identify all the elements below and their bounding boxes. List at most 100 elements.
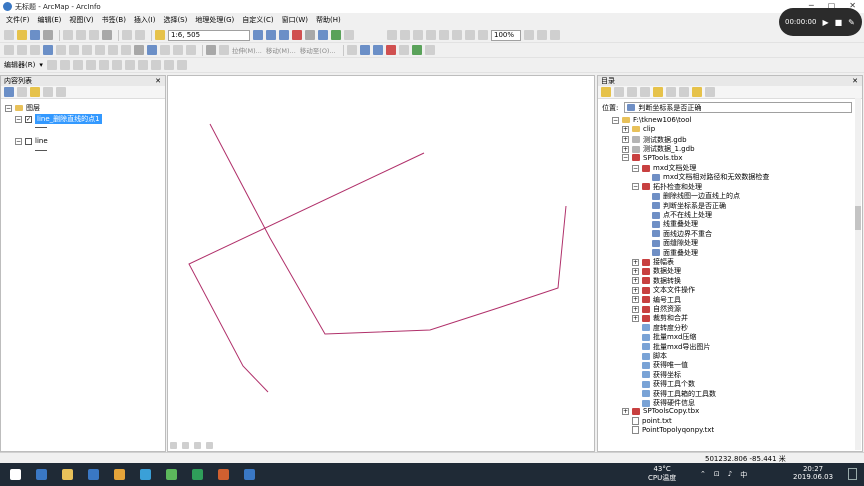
point-icon[interactable]: [98, 60, 109, 70]
layout-forward-icon[interactable]: [478, 30, 488, 40]
toc-layer-label[interactable]: line_删除直线的点1: [35, 114, 102, 124]
focus-data-frame-icon[interactable]: [537, 30, 547, 40]
layout-zoom-combo[interactable]: 100%: [491, 29, 521, 41]
notification-icon[interactable]: [848, 468, 857, 480]
list-by-visibility-icon[interactable]: [30, 87, 40, 97]
pan-icon[interactable]: [30, 45, 40, 55]
wechat-icon[interactable]: [166, 469, 177, 480]
modelbuilder-icon[interactable]: [331, 30, 341, 40]
map-scale-combo[interactable]: 1:6, 505: [168, 29, 250, 41]
print-icon[interactable]: [43, 30, 53, 40]
open-icon[interactable]: [17, 30, 27, 40]
back-extent-icon[interactable]: [82, 45, 92, 55]
recorder-taskbar-icon[interactable]: [244, 469, 255, 480]
expand-icon[interactable]: +: [632, 296, 639, 304]
paste-icon[interactable]: [89, 30, 99, 40]
layer-visibility-checkbox[interactable]: [25, 137, 32, 145]
menu-file[interactable]: 文件(F): [6, 15, 30, 25]
tray-expand-icon[interactable]: ⌃: [700, 470, 706, 480]
find-icon[interactable]: [160, 45, 170, 55]
browser-icon[interactable]: [192, 469, 203, 480]
menu-view[interactable]: 视图(V): [69, 15, 93, 25]
layout-zoom-in-icon[interactable]: [387, 30, 397, 40]
play-icon[interactable]: ▶: [822, 18, 828, 27]
menu-bookmarks[interactable]: 书签(B): [102, 15, 126, 25]
app-icon[interactable]: [218, 469, 229, 480]
home-icon[interactable]: [640, 87, 650, 97]
forward-extent-icon[interactable]: [95, 45, 105, 55]
expand-icon[interactable]: +: [622, 407, 629, 415]
layout-fixed-in-icon[interactable]: [439, 30, 449, 40]
collapse-icon[interactable]: −: [15, 137, 22, 145]
expand-icon[interactable]: +: [622, 125, 629, 133]
menu-insert[interactable]: 插入(I): [134, 15, 156, 25]
stop-icon[interactable]: ■: [835, 18, 843, 27]
collapse-icon[interactable]: −: [5, 104, 12, 112]
select-elements-icon[interactable]: [134, 45, 144, 55]
layer-properties-icon[interactable]: [398, 45, 409, 55]
python-window-icon[interactable]: [305, 30, 315, 40]
expand-icon[interactable]: +: [632, 314, 639, 322]
save-icon[interactable]: [30, 30, 40, 40]
expand-icon[interactable]: +: [622, 145, 629, 153]
reshape-icon[interactable]: [219, 45, 229, 55]
whats-this-icon[interactable]: [344, 30, 354, 40]
arctoolbox-icon[interactable]: [292, 30, 302, 40]
editor-menu[interactable]: 编辑器(R): [4, 60, 35, 70]
store-icon[interactable]: [88, 469, 99, 480]
catalog-tree-item[interactable]: PointTopolyqonpy.txt: [622, 426, 714, 435]
toc-layer-label[interactable]: line: [35, 137, 48, 145]
layout-pan-icon[interactable]: [413, 30, 423, 40]
clock[interactable]: 20:27 2019.06.03: [793, 465, 833, 481]
catalog-window-icon[interactable]: [279, 30, 289, 40]
toggle-contents-icon[interactable]: [705, 87, 715, 97]
create-features-edit-icon[interactable]: [176, 60, 187, 70]
layout-view-icon[interactable]: [182, 442, 189, 449]
menu-windows[interactable]: 窗口(W): [282, 15, 308, 25]
layout-back-icon[interactable]: [465, 30, 475, 40]
attributes-edit-icon[interactable]: [150, 60, 161, 70]
volume-icon[interactable]: ♪: [728, 470, 732, 480]
collapse-icon[interactable]: −: [612, 116, 619, 124]
end-point-arc-icon[interactable]: [72, 60, 83, 70]
trace-icon[interactable]: [85, 60, 96, 70]
toggle-draft-icon[interactable]: [524, 30, 534, 40]
expand-icon[interactable]: +: [632, 286, 639, 294]
rotate-icon[interactable]: [124, 60, 135, 70]
copy-icon[interactable]: [76, 30, 86, 40]
edge-icon[interactable]: [36, 469, 47, 480]
layout-zoom-out-icon[interactable]: [400, 30, 410, 40]
table-icon[interactable]: [411, 45, 422, 55]
cut-icon[interactable]: [63, 30, 73, 40]
toc-window-icon[interactable]: [266, 30, 276, 40]
catalog-tree-item[interactable]: + SPToolsCopy.tbx: [622, 407, 699, 415]
edit-vertices-icon[interactable]: [46, 60, 57, 70]
toc-layer-row[interactable]: − ✓ line_删除直线的点1: [15, 114, 102, 124]
full-extent-icon[interactable]: [43, 45, 53, 55]
edit-tool-icon[interactable]: [206, 45, 216, 55]
catalog-tree-item[interactable]: + clip: [622, 125, 655, 133]
catalog-scrollbar[interactable]: [855, 98, 861, 450]
data-view-icon[interactable]: [170, 442, 177, 449]
network-icon[interactable]: ⊡: [714, 470, 720, 480]
arcmap-taskbar-icon[interactable]: [114, 469, 125, 480]
fixed-zoom-in-icon[interactable]: [56, 45, 66, 55]
collapse-icon[interactable]: −: [632, 164, 639, 172]
catalog-tree-item[interactable]: − SPTools.tbx: [622, 154, 682, 162]
expand-icon[interactable]: +: [632, 277, 639, 285]
toc-layer-row[interactable]: − line: [15, 137, 48, 145]
split-icon[interactable]: [111, 60, 122, 70]
zoom-in-icon[interactable]: [4, 45, 14, 55]
straight-segment-icon[interactable]: [59, 60, 70, 70]
catalog-close-icon[interactable]: ✕: [852, 77, 858, 85]
ime-icon[interactable]: 中: [740, 470, 747, 480]
add-data-icon[interactable]: [155, 30, 165, 40]
search-window-icon[interactable]: [318, 30, 328, 40]
disconnect-folder-icon[interactable]: [666, 87, 676, 97]
undo-icon[interactable]: [122, 30, 132, 40]
menu-help[interactable]: 帮助(H): [316, 15, 341, 25]
expand-icon[interactable]: +: [632, 305, 639, 313]
hyperlink-icon[interactable]: [186, 45, 196, 55]
change-layout-icon[interactable]: [550, 30, 560, 40]
new-folder-icon[interactable]: [692, 87, 702, 97]
